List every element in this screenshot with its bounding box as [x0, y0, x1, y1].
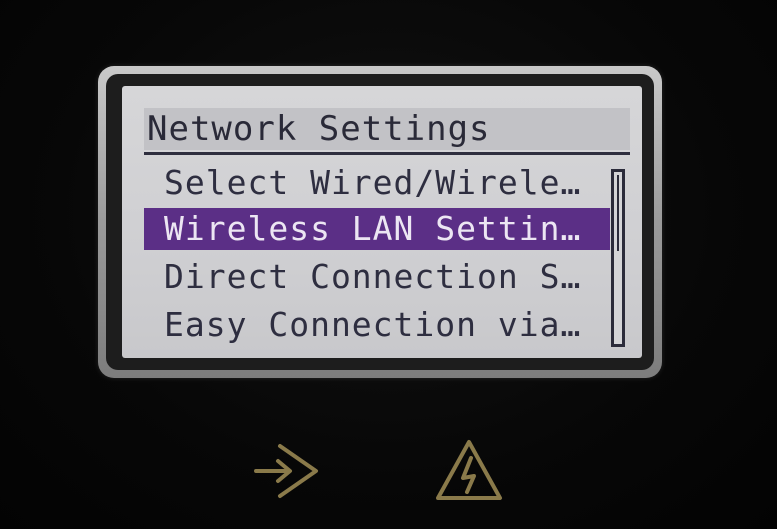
menu-item-direct-connection[interactable]: Direct Connection S…	[144, 256, 610, 298]
login-arrow-icon[interactable]	[248, 440, 322, 502]
menu-item-label: Direct Connection S…	[164, 257, 582, 296]
scrollbar-thumb[interactable]	[617, 175, 619, 251]
screen-title: Network Settings	[144, 108, 630, 150]
menu-item-label: Easy Connection via…	[164, 305, 582, 344]
warning-power-icon[interactable]	[434, 438, 504, 502]
menu-scrollbar[interactable]	[611, 169, 625, 347]
lcd-screen: Network Settings Select Wired/Wirele… Wi…	[122, 86, 642, 358]
screen-title-label: Network Settings	[147, 109, 491, 149]
menu-item-easy-connection[interactable]: Easy Connection via…	[144, 304, 610, 346]
menu-item-label: Select Wired/Wirele…	[164, 163, 582, 202]
menu-item-select-wired-wireless[interactable]: Select Wired/Wirele…	[144, 162, 610, 204]
menu-item-label: Wireless LAN Settin…	[164, 209, 582, 248]
title-divider	[144, 152, 630, 155]
menu-item-wireless-lan-settings[interactable]: Wireless LAN Settin…	[144, 208, 610, 250]
